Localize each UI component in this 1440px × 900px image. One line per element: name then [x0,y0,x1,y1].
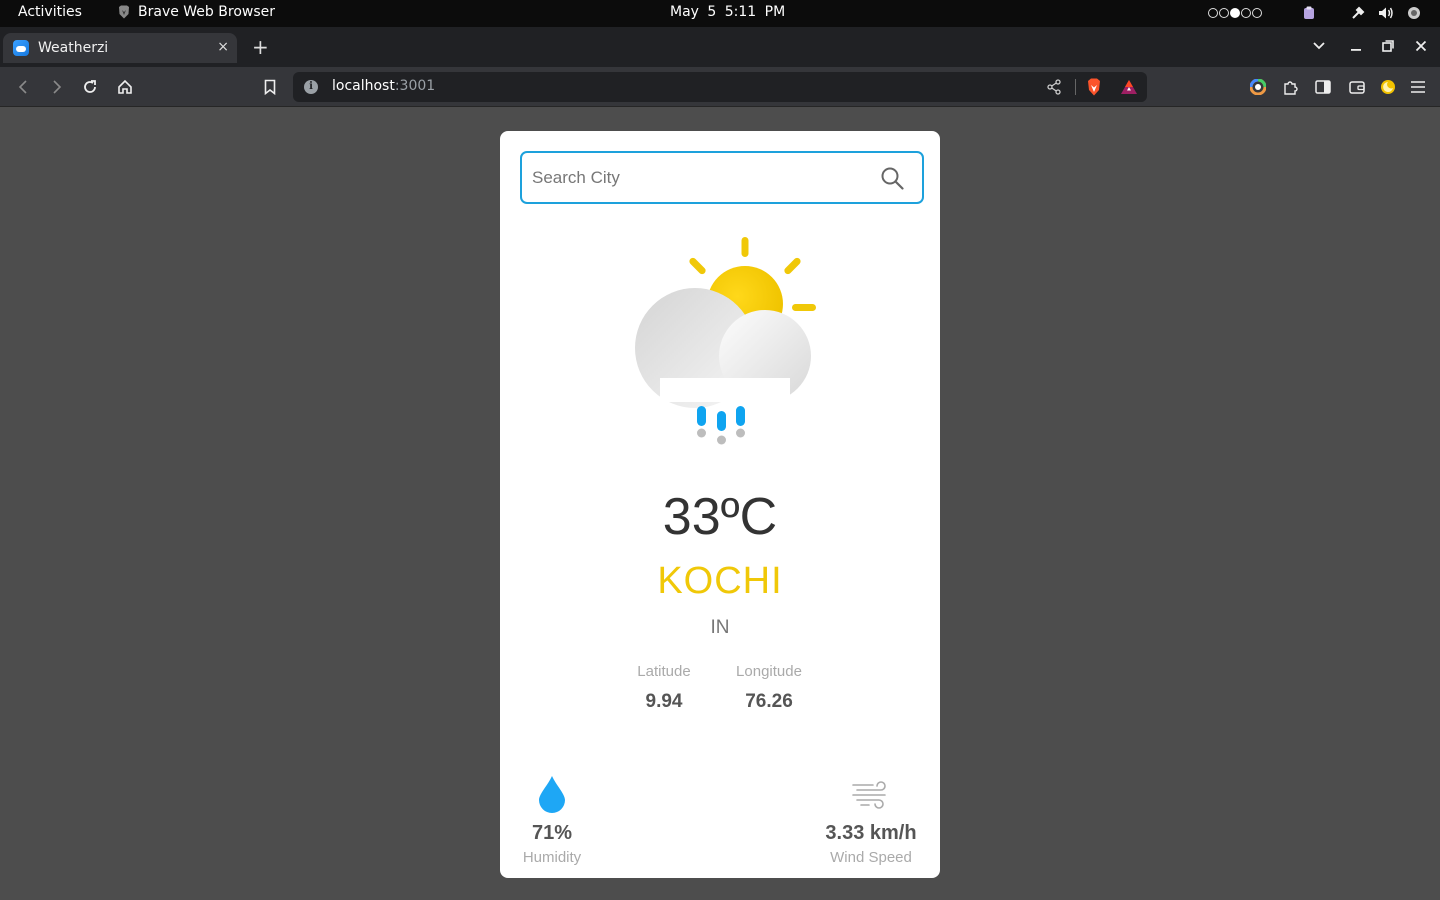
close-window-icon[interactable] [1413,38,1429,54]
omnibox-divider [1075,79,1076,95]
color-extension-icon[interactable] [1249,78,1267,96]
water-drop-icon [512,751,592,813]
sun-cloud-rain-icon [634,235,818,451]
latitude-value: 9.94 [645,691,683,712]
search-box [520,151,924,204]
site-info-icon[interactable]: i [304,80,318,94]
country-code: IN [710,617,730,638]
wind-block: 3.33 km/h Wind Speed [818,751,924,866]
profile-avatar-icon[interactable] [1379,78,1397,96]
power-menu-icon[interactable] [1406,5,1422,21]
humidity-value: 71% [531,822,573,844]
longitude-label: Longitude [736,663,802,680]
url-text[interactable]: localhost:3001 [332,78,435,94]
app-name: Brave Web Browser [138,4,275,20]
address-bar[interactable]: i localhost:3001 [293,72,1147,102]
brave-rewards-icon[interactable] [1120,79,1138,99]
activities-button[interactable]: Activities [18,4,82,20]
url-host: localhost [332,78,395,94]
app-menu[interactable]: Brave Web Browser [118,4,275,20]
humidity-block: 71% Humidity [512,751,592,866]
dropper-icon[interactable] [1350,5,1366,21]
time: 5:11 PM [724,4,786,20]
search-city-input[interactable] [532,165,862,191]
sidebar-toggle-icon[interactable] [1314,78,1332,96]
latitude-block: Latitude 9.94 [624,663,704,713]
workspace-indicator[interactable] [1208,8,1262,18]
browser-tab-weatherzi[interactable]: Weatherzi × [3,33,237,63]
brave-lion-icon [119,5,129,19]
workspace-dot [1208,8,1218,18]
clipboard-indicator-icon[interactable] [1301,5,1317,21]
date: May 5 [670,4,717,20]
back-icon[interactable] [14,78,32,96]
weather-favicon-icon [13,40,29,56]
wind-speed-value: 3.33 km/h [825,822,917,844]
workspace-dot [1241,8,1251,18]
bookmark-icon[interactable] [261,78,279,96]
city-name: KOCHI [657,560,783,602]
restore-icon[interactable] [1380,38,1396,54]
longitude-block: Longitude 76.26 [726,663,812,713]
tab-search-chevron-icon[interactable] [1311,38,1327,54]
brave-shields-icon[interactable] [1086,78,1102,100]
longitude-value: 76.26 [745,691,793,712]
close-tab-icon[interactable]: × [217,39,229,55]
share-icon[interactable] [1046,79,1062,99]
search-icon[interactable] [881,167,904,194]
url-port: :3001 [394,78,436,94]
temperature: 33ºC [662,488,778,546]
volume-icon[interactable] [1378,5,1394,21]
tab-title: Weatherzi [38,40,109,56]
wind-speed-label: Wind Speed [830,849,912,866]
latitude-label: Latitude [637,663,691,680]
workspace-dot [1219,8,1229,18]
humidity-label: Humidity [522,849,582,866]
weather-card: 33ºC KOCHI IN Latitude 9.94 Longitude 76… [500,131,940,878]
tab-strip: Weatherzi × + [0,27,1440,67]
forward-icon[interactable] [48,78,66,96]
reload-icon[interactable] [81,78,99,96]
system-top-bar: Activities Brave Web Browser May 5 5:11 … [0,0,1440,27]
minimize-icon[interactable] [1348,38,1364,54]
main-menu-icon[interactable] [1409,78,1427,96]
workspace-dot [1252,8,1262,18]
wind-icon [818,751,924,813]
workspace-dot-active [1230,8,1240,18]
new-tab-button[interactable]: + [252,35,269,59]
clock[interactable]: May 5 5:11 PM [670,4,785,20]
browser-toolbar: i localhost:3001 [0,67,1440,107]
extensions-puzzle-icon[interactable] [1281,78,1299,96]
home-icon[interactable] [116,78,134,96]
wallet-icon[interactable] [1348,78,1366,96]
